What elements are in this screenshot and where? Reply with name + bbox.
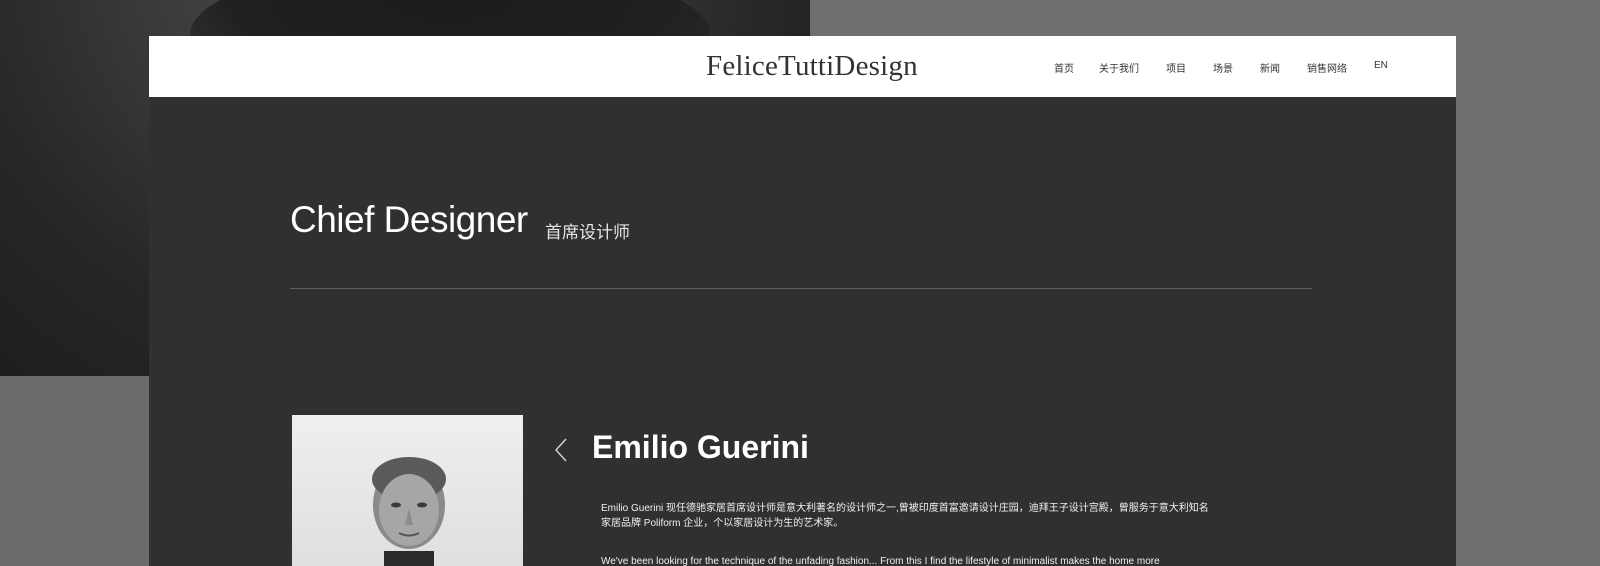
portrait-photo (372, 457, 446, 566)
nav-item-home[interactable]: 首页 (1054, 60, 1074, 75)
designer-portrait (292, 415, 523, 566)
brand-logo[interactable]: FeliceTuttiDesign (706, 50, 918, 83)
header-bar: FeliceTuttiDesign 首页 关于我们 项目 场景 新闻 销售网络 … (149, 36, 1456, 97)
nav-item-language-en[interactable]: EN (1374, 60, 1388, 75)
designer-name: Emilio Guerini (592, 429, 809, 465)
section-title: Chief Designer (290, 199, 528, 240)
designer-bio-chinese: Emilio Guerini 现任德驰家居首席设计师是意大利著名的设计师之一,曾… (601, 501, 1241, 531)
bio-cn-line-1: Emilio Guerini 现任德驰家居首席设计师是意大利著名的设计师之一,曾… (601, 503, 1209, 514)
nav-item-projects[interactable]: 项目 (1166, 60, 1186, 75)
designer-bio-english: We've been looking for the technique of … (601, 556, 1160, 566)
content-frame: FeliceTuttiDesign 首页 关于我们 项目 场景 新闻 销售网络 … (149, 36, 1456, 566)
section-subtitle: 首席设计师 (545, 223, 630, 242)
main-nav: 首页 关于我们 项目 场景 新闻 销售网络 EN (1054, 60, 1388, 75)
bio-cn-line-2: 家居品牌 Poliform 企业，个以家居设计为生的艺术家。 (601, 518, 844, 529)
nav-item-news[interactable]: 新闻 (1260, 60, 1280, 75)
nav-item-about[interactable]: 关于我们 (1099, 60, 1139, 75)
chevron-left-icon[interactable] (551, 436, 571, 464)
section-divider (290, 288, 1312, 289)
nav-item-sales-network[interactable]: 销售网络 (1307, 60, 1347, 75)
nav-item-scenes[interactable]: 场景 (1213, 60, 1233, 75)
